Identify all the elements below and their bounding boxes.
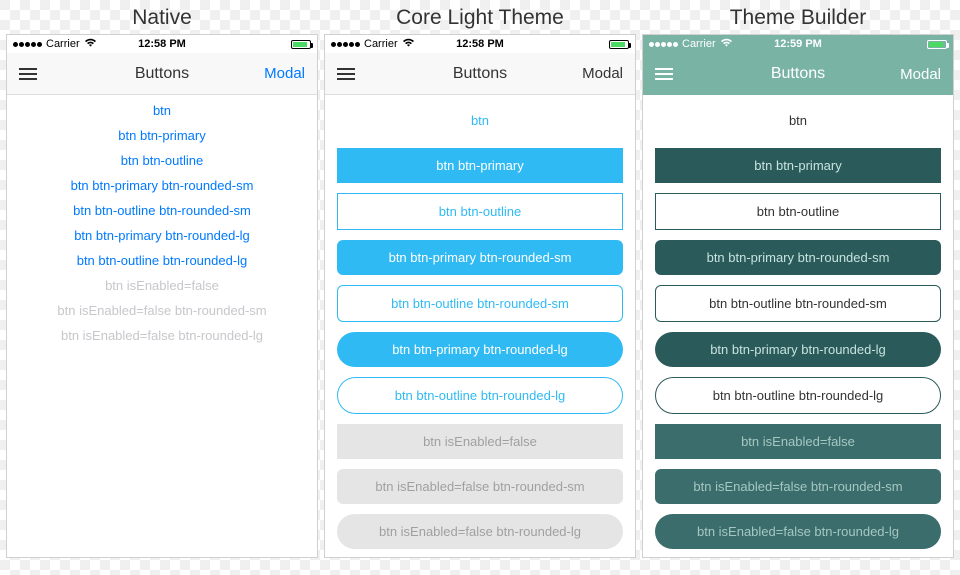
btn-outline-rlg[interactable]: btn btn-outline btn-rounded-lg <box>337 377 623 414</box>
content-native: btn btn btn-primary btn btn-outline btn … <box>7 95 317 557</box>
column-native: Native Carrier 12:58 PM Buttons Modal bt… <box>6 6 318 558</box>
btn-plain[interactable]: btn <box>337 103 623 138</box>
modal-button[interactable]: Modal <box>900 66 941 83</box>
btn-outline-rsm[interactable]: btn btn-outline btn-rounded-sm <box>655 285 941 322</box>
btn-outline-rlg[interactable]: btn btn-outline btn-rounded-lg <box>19 253 305 268</box>
status-bar: Carrier 12:59 PM <box>643 35 953 53</box>
btn-outline[interactable]: btn btn-outline <box>655 193 941 230</box>
btn-disabled-rlg: btn isEnabled=false btn-rounded-lg <box>19 328 305 343</box>
status-time: 12:58 PM <box>325 38 635 50</box>
btn-disabled-rsm: btn isEnabled=false btn-rounded-sm <box>19 303 305 318</box>
column-title-native: Native <box>6 6 318 30</box>
hamburger-icon[interactable] <box>655 68 673 80</box>
btn-outline[interactable]: btn btn-outline <box>337 193 623 230</box>
btn-primary-rlg[interactable]: btn btn-primary btn-rounded-lg <box>655 332 941 367</box>
btn-plain[interactable]: btn <box>655 103 941 138</box>
btn-primary[interactable]: btn btn-primary <box>337 148 623 183</box>
nav-bar: Buttons Modal <box>643 53 953 95</box>
btn-outline[interactable]: btn btn-outline <box>19 153 305 168</box>
btn-disabled-rlg: btn isEnabled=false btn-rounded-lg <box>337 514 623 549</box>
btn-primary-rsm[interactable]: btn btn-primary btn-rounded-sm <box>19 178 305 193</box>
nav-bar: Buttons Modal <box>325 53 635 95</box>
btn-disabled-rsm: btn isEnabled=false btn-rounded-sm <box>337 469 623 504</box>
nav-bar: Buttons Modal <box>7 53 317 95</box>
column-theme-builder: Theme Builder Carrier 12:59 PM Buttons M… <box>642 6 954 558</box>
status-time: 12:59 PM <box>643 38 953 50</box>
column-title-tb: Theme Builder <box>642 6 954 30</box>
battery-icon <box>291 40 311 49</box>
btn-primary[interactable]: btn btn-primary <box>19 128 305 143</box>
btn-outline-rsm[interactable]: btn btn-outline btn-rounded-sm <box>337 285 623 322</box>
btn-primary-rlg[interactable]: btn btn-primary btn-rounded-lg <box>19 228 305 243</box>
content-light: btn btn btn-primary btn btn-outline btn … <box>325 95 635 557</box>
battery-icon <box>927 40 947 49</box>
hamburger-icon[interactable] <box>19 68 37 80</box>
btn-outline-rlg[interactable]: btn btn-outline btn-rounded-lg <box>655 377 941 414</box>
device-native: Carrier 12:58 PM Buttons Modal btn btn b… <box>6 34 318 558</box>
status-bar: Carrier 12:58 PM <box>7 35 317 53</box>
content-tb: btn btn btn-primary btn btn-outline btn … <box>643 95 953 557</box>
btn-primary-rsm[interactable]: btn btn-primary btn-rounded-sm <box>337 240 623 275</box>
device-light: Carrier 12:58 PM Buttons Modal btn btn b… <box>324 34 636 558</box>
battery-icon <box>609 40 629 49</box>
status-bar: Carrier 12:58 PM <box>325 35 635 53</box>
modal-button[interactable]: Modal <box>264 65 305 82</box>
column-title-light: Core Light Theme <box>324 6 636 30</box>
btn-outline-rsm[interactable]: btn btn-outline btn-rounded-sm <box>19 203 305 218</box>
btn-disabled-rlg: btn isEnabled=false btn-rounded-lg <box>655 514 941 549</box>
hamburger-icon[interactable] <box>337 68 355 80</box>
btn-disabled: btn isEnabled=false <box>337 424 623 459</box>
modal-button[interactable]: Modal <box>582 65 623 82</box>
btn-primary-rsm[interactable]: btn btn-primary btn-rounded-sm <box>655 240 941 275</box>
status-time: 12:58 PM <box>7 38 317 50</box>
device-tb: Carrier 12:59 PM Buttons Modal btn btn b… <box>642 34 954 558</box>
column-light: Core Light Theme Carrier 12:58 PM Button… <box>324 6 636 558</box>
btn-disabled: btn isEnabled=false <box>655 424 941 459</box>
btn-primary[interactable]: btn btn-primary <box>655 148 941 183</box>
btn-disabled-rsm: btn isEnabled=false btn-rounded-sm <box>655 469 941 504</box>
btn-plain[interactable]: btn <box>19 103 305 118</box>
btn-disabled: btn isEnabled=false <box>19 278 305 293</box>
btn-primary-rlg[interactable]: btn btn-primary btn-rounded-lg <box>337 332 623 367</box>
